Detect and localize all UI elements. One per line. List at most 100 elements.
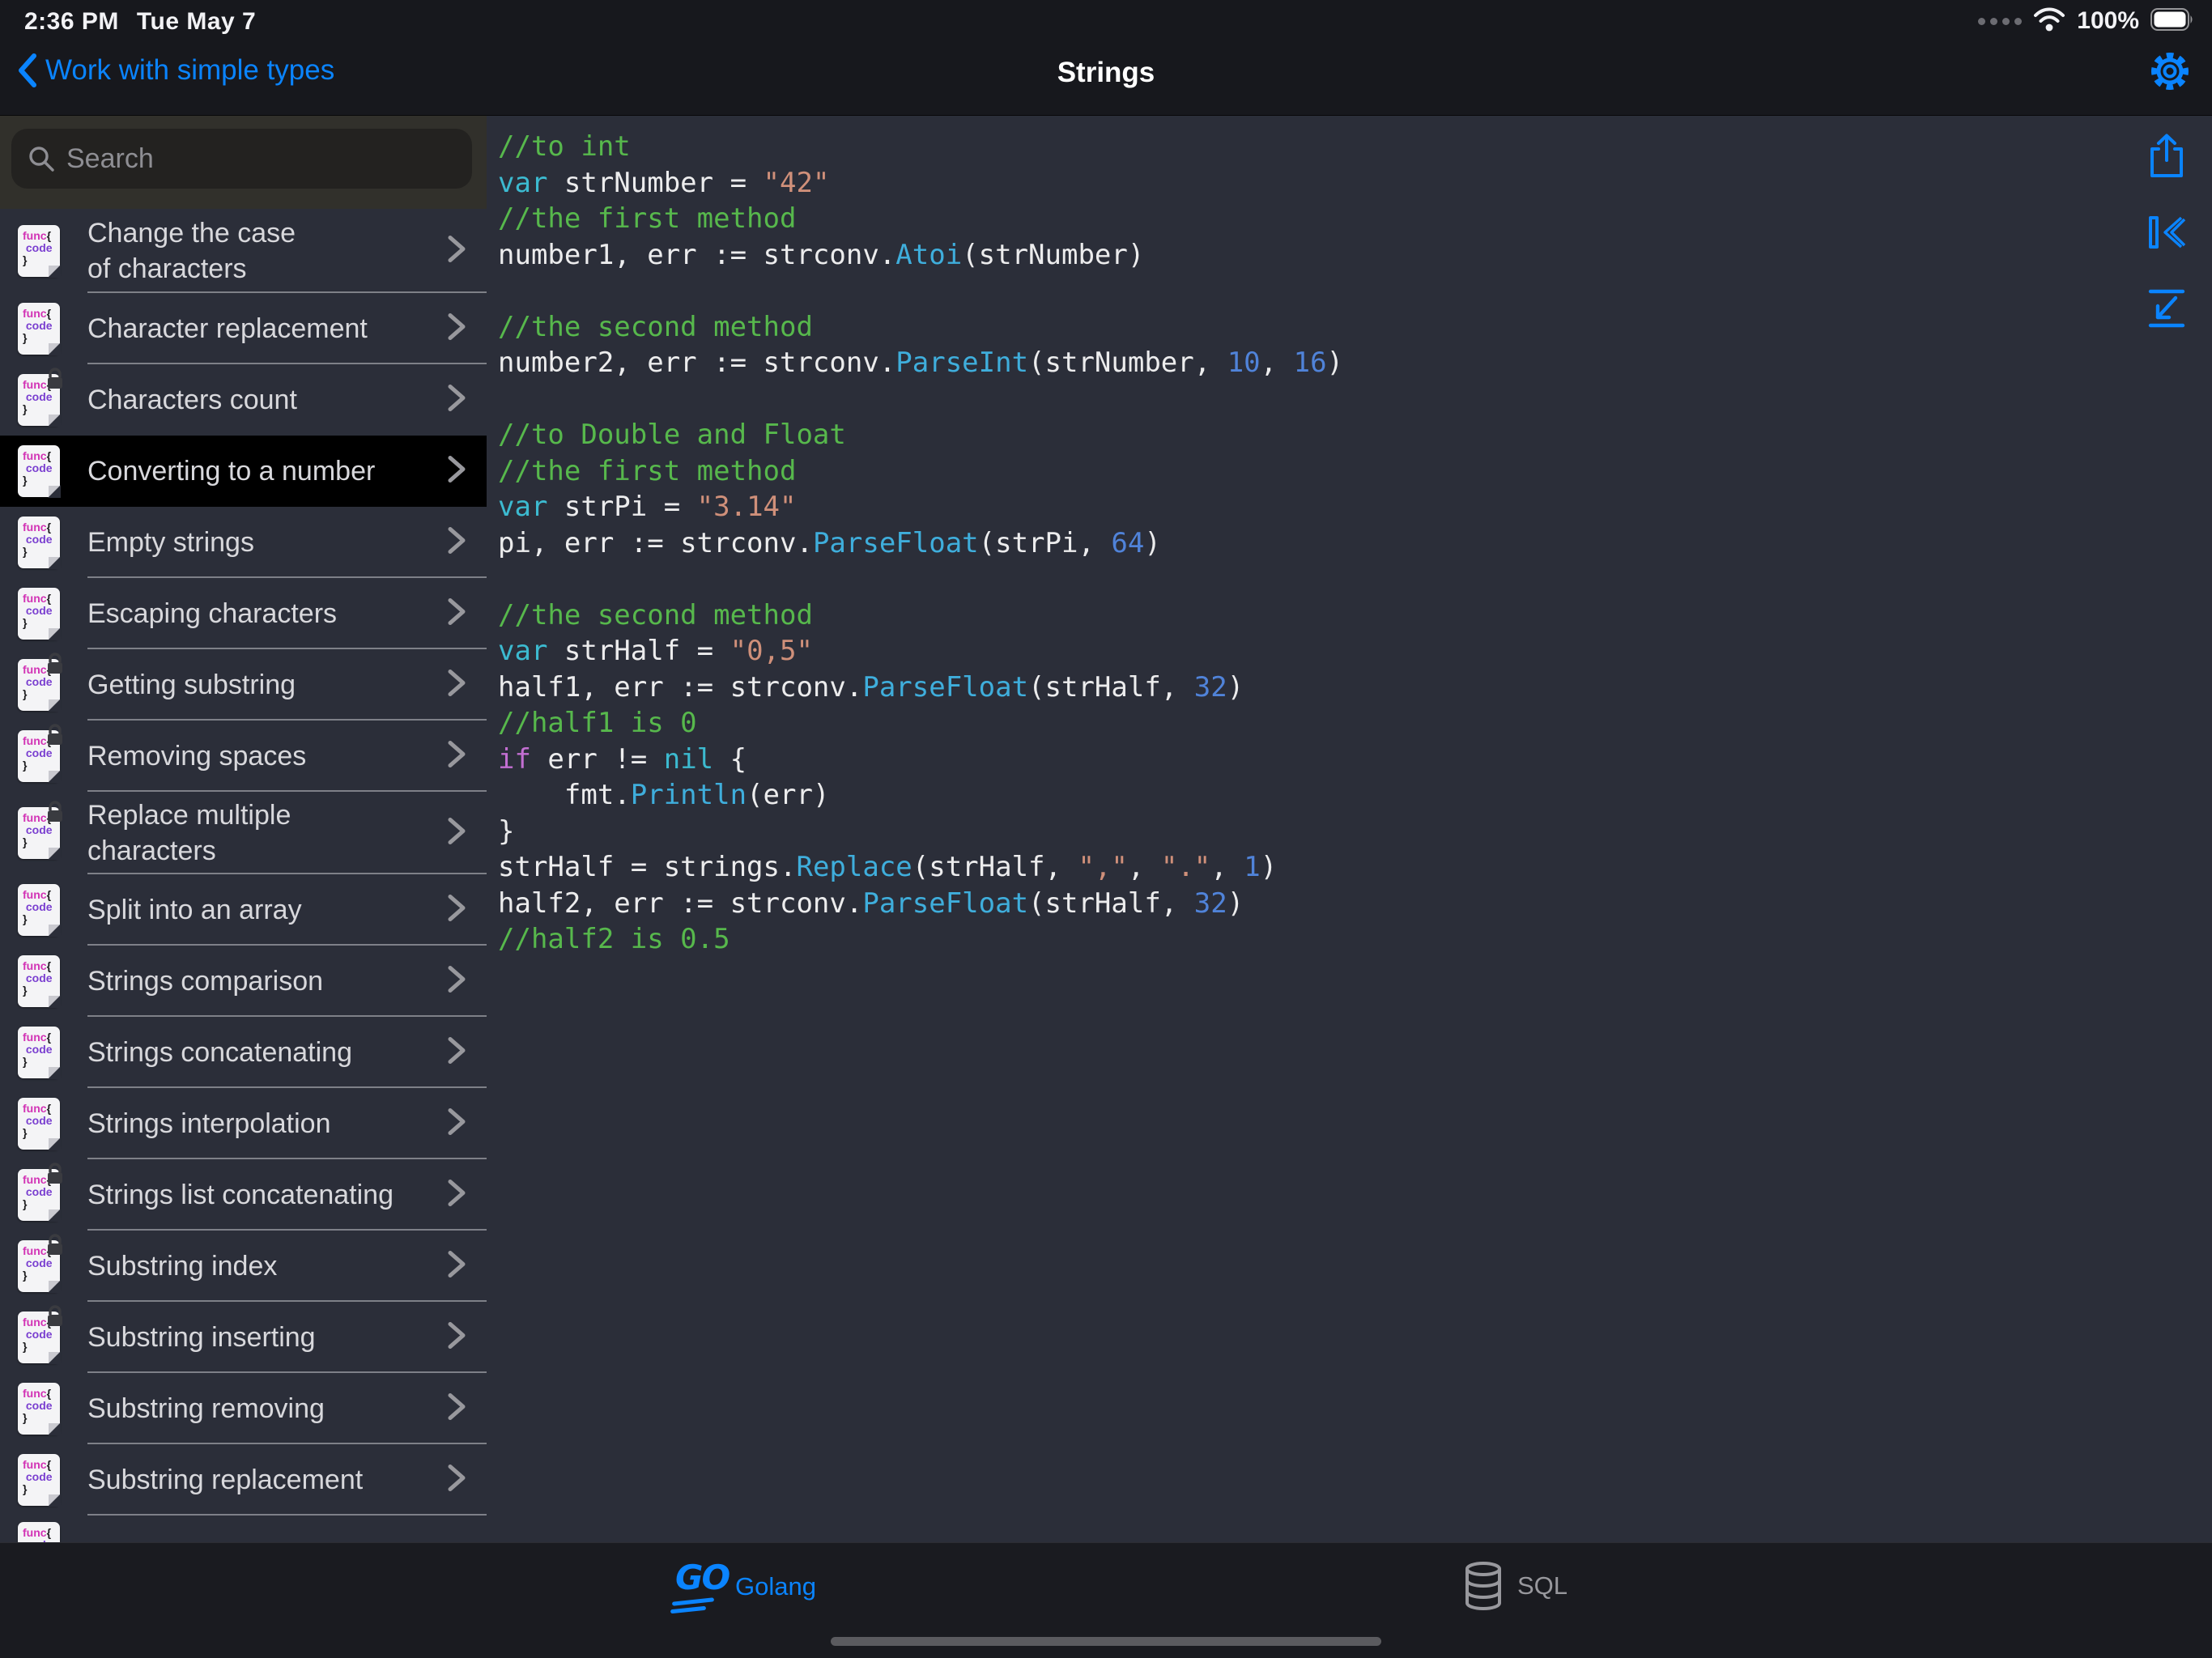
sidebar-item-empty-strings[interactable]: func{ code} Empty strings — [0, 507, 487, 578]
home-indicator[interactable] — [831, 1637, 1381, 1646]
code-line — [498, 561, 2115, 597]
code-segment: err != — [531, 743, 664, 776]
sidebar-item-substring-removing[interactable]: func{ code}Substring removing — [0, 1373, 487, 1444]
code-segment: , — [1261, 346, 1294, 379]
code-segment: strHalf = — [564, 635, 730, 667]
code-segment: pi, err := strconv. — [498, 527, 813, 559]
tab-golang-label: Golang — [735, 1572, 816, 1601]
code-segment: //the first method — [498, 202, 796, 235]
code-segment: { — [713, 743, 747, 776]
chevron-right-icon — [446, 453, 467, 486]
code-segment: var — [498, 635, 564, 667]
gear-icon — [2149, 50, 2191, 92]
code-segment: ParseFloat — [862, 671, 1028, 704]
sidebar-item-substring-inserting[interactable]: func{ code}Substring inserting — [0, 1302, 487, 1373]
code-segment: (strNumber, — [1028, 346, 1227, 379]
code-segment: } — [498, 815, 514, 848]
lock-icon — [45, 653, 65, 675]
chevron-right-icon — [446, 667, 467, 699]
row-chevron — [446, 1320, 467, 1356]
code-pane: //to intvar strNumber = "42"//the first … — [487, 116, 2212, 1542]
chevron-right-icon — [446, 815, 467, 848]
settings-button[interactable] — [2149, 50, 2191, 92]
sidebar-item-label: Getting substring — [87, 667, 296, 703]
share-button[interactable] — [2146, 135, 2188, 177]
chevron-right-icon — [446, 1320, 467, 1352]
code-line: //the first method — [498, 453, 2115, 490]
code-segment: "42" — [764, 167, 830, 199]
chevron-right-icon — [446, 1462, 467, 1494]
code-line: //to int — [498, 129, 2115, 165]
sidebar-item-partial[interactable]: func{ code} — [0, 1516, 487, 1542]
doc-icon-text: func{ code} — [18, 225, 60, 266]
code-segment: Println — [631, 779, 747, 811]
func-code-doc-icon: func{ code} — [18, 1027, 60, 1078]
sidebar-item-label: Change the caseof characters — [87, 215, 296, 287]
search-placeholder: Search — [66, 143, 154, 175]
sidebar-item-escaping-characters[interactable]: func{ code}Escaping characters — [0, 578, 487, 649]
code-segment: (strPi, — [979, 527, 1112, 559]
sidebar-item-replace-multiple[interactable]: func{ code}Replace multiplecharacters — [0, 792, 487, 874]
sidebar-item-strings-interpolation[interactable]: func{ code}Strings interpolation — [0, 1088, 487, 1159]
sidebar-item-change-the-case[interactable]: func{ code} Change the caseof characters — [0, 209, 487, 293]
row-chevron — [446, 738, 467, 775]
row-chevron — [446, 525, 467, 561]
func-code-doc-icon: func{ code} — [18, 225, 60, 277]
code-line: if err != nil { — [498, 742, 2115, 778]
sidebar: Search func{ code} Change the caseof char… — [0, 116, 487, 1542]
code-segment: ) — [1227, 887, 1244, 920]
chevron-right-icon — [446, 525, 467, 557]
code-segment: nil — [664, 743, 713, 776]
sidebar-item-character-replacement[interactable]: func{ code}Character replacement — [0, 293, 487, 364]
func-code-doc-icon: func{ code} — [18, 517, 60, 568]
sidebar-item-substring-index[interactable]: func{ code}Substring index — [0, 1231, 487, 1302]
code-segment: 32 — [1194, 671, 1227, 704]
code-toolbar — [2146, 135, 2188, 329]
bottom-tab-bar: GO Golang SQL — [0, 1542, 2212, 1658]
search-input[interactable]: Search — [11, 129, 472, 189]
chevron-right-icon — [446, 1106, 467, 1138]
sidebar-item-strings-concatenating[interactable]: func{ code} Strings concatenating — [0, 1017, 487, 1088]
row-chevron — [446, 1248, 467, 1285]
sidebar-item-removing-spaces[interactable]: func{ code}Removing spaces — [0, 721, 487, 792]
sidebar-item-converting-to-a-number[interactable]: func{ code}Converting to a number — [0, 436, 487, 507]
sidebar-item-getting-substring[interactable]: func{ code}Getting substring — [0, 649, 487, 721]
code-line: //the first method — [498, 201, 2115, 237]
code-line: number2, err := strconv.ParseInt(strNumb… — [498, 345, 2115, 381]
doc-icon-text: func{ code} — [18, 445, 60, 487]
row-chevron — [446, 667, 467, 704]
sidebar-item-strings-list-concatenating[interactable]: func{ code}Strings list concatenating — [0, 1159, 487, 1231]
status-time: 2:36 PM — [24, 8, 119, 35]
sidebar-item-label: Empty strings — [87, 525, 254, 560]
code-line: var strNumber = "42" — [498, 165, 2115, 202]
code-segment: strHalf = strings. — [498, 851, 796, 883]
code-segment: ) — [1227, 671, 1244, 704]
tab-golang[interactable]: GO Golang — [670, 1561, 816, 1613]
sidebar-item-strings-comparison[interactable]: func{ code}Strings comparison — [0, 946, 487, 1017]
sidebar-item-substring-replacement[interactable]: func{ code}Substring replacement — [0, 1444, 487, 1516]
collapse-button[interactable] — [2146, 287, 2188, 329]
code-block: //to intvar strNumber = "42"//the first … — [498, 129, 2115, 958]
doc-icon-text: func{ code} — [18, 1522, 60, 1542]
code-segment: 10 — [1227, 346, 1261, 379]
func-code-doc-icon: func{ code} — [18, 884, 60, 936]
sidebar-item-label: Strings concatenating — [87, 1035, 352, 1070]
sidebar-item-characters-count[interactable]: func{ code}Characters count — [0, 364, 487, 436]
code-segment: ) — [1327, 346, 1343, 379]
code-line: number1, err := strconv.Atoi(strNumber) — [498, 237, 2115, 274]
code-segment: ParseFloat — [862, 887, 1028, 920]
func-code-doc-icon: func{ code} — [18, 730, 60, 782]
code-segment: number1, err := strconv. — [498, 239, 895, 271]
doc-icon-text: func{ code} — [18, 1454, 60, 1495]
func-code-doc-icon: func{ code} — [18, 588, 60, 640]
func-code-doc-icon: func{ code} — [18, 374, 60, 426]
code-line — [498, 273, 2115, 309]
code-line — [498, 381, 2115, 418]
skip-to-start-button[interactable] — [2146, 211, 2188, 253]
sidebar-item-split-into-an-array[interactable]: func{ code}Split into an array — [0, 874, 487, 946]
code-line: //half2 is 0.5 — [498, 921, 2115, 958]
tab-sql[interactable]: SQL — [1462, 1561, 1568, 1611]
chevron-right-icon — [446, 233, 467, 266]
func-code-doc-icon: func{ code} — [18, 807, 60, 859]
code-segment: Atoi — [895, 239, 962, 271]
